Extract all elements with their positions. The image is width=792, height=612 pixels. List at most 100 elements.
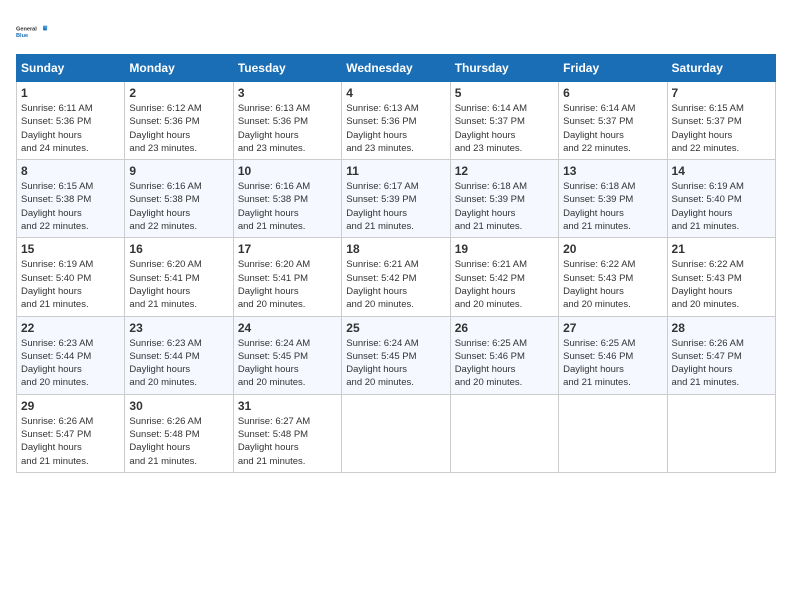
day-info: Sunrise: 6:16 AMSunset: 5:38 PMDaylight …: [129, 180, 228, 233]
calendar-week-row: 15 Sunrise: 6:19 AMSunset: 5:40 PMDayligh…: [17, 238, 776, 316]
day-number: 28: [672, 321, 771, 335]
day-info: Sunrise: 6:26 AMSunset: 5:47 PMDaylight …: [21, 415, 120, 468]
day-info: Sunrise: 6:11 AMSunset: 5:36 PMDaylight …: [21, 102, 120, 155]
calendar-week-row: 29 Sunrise: 6:26 AMSunset: 5:47 PMDayligh…: [17, 394, 776, 472]
day-info: Sunrise: 6:12 AMSunset: 5:36 PMDaylight …: [129, 102, 228, 155]
calendar-week-row: 1 Sunrise: 6:11 AMSunset: 5:36 PMDaylight…: [17, 82, 776, 160]
day-number: 6: [563, 86, 662, 100]
calendar-day-cell: 3Sunrise: 6:13 AMSunset: 5:36 PMDaylight…: [233, 82, 341, 160]
calendar-day-cell: 29 Sunrise: 6:26 AMSunset: 5:47 PMDayligh…: [17, 394, 125, 472]
calendar-table: SundayMondayTuesdayWednesdayThursdayFrid…: [16, 54, 776, 473]
calendar-day-cell: 11 Sunrise: 6:17 AMSunset: 5:39 PMDayligh…: [342, 160, 450, 238]
day-number: 22: [21, 321, 120, 335]
calendar-day-cell: 30 Sunrise: 6:26 AMSunset: 5:48 PMDayligh…: [125, 394, 233, 472]
day-number: 11: [346, 164, 445, 178]
day-info: Sunrise: 6:27 AMSunset: 5:48 PMDaylight …: [238, 415, 337, 468]
calendar-day-cell: [342, 394, 450, 472]
calendar-day-cell: 7 Sunrise: 6:15 AMSunset: 5:37 PMDaylight…: [667, 82, 775, 160]
day-info: Sunrise: 6:17 AMSunset: 5:39 PMDaylight …: [346, 180, 445, 233]
day-number: 1: [21, 86, 120, 100]
calendar-day-cell: 25Sunrise: 6:24 AMSunset: 5:45 PMDayligh…: [342, 316, 450, 394]
day-info: Sunrise: 6:18 AMSunset: 5:39 PMDaylight …: [563, 180, 662, 233]
day-info: Sunrise: 6:14 AMSunset: 5:37 PMDaylight …: [563, 102, 662, 155]
day-number: 15: [21, 242, 120, 256]
day-number: 13: [563, 164, 662, 178]
calendar-week-row: 8Sunrise: 6:15 AMSunset: 5:38 PMDaylight…: [17, 160, 776, 238]
calendar-day-cell: 27 Sunrise: 6:25 AMSunset: 5:46 PMDayligh…: [559, 316, 667, 394]
weekday-header-cell: Tuesday: [233, 55, 341, 82]
day-info: Sunrise: 6:19 AMSunset: 5:40 PMDaylight …: [21, 258, 120, 311]
page-header: GeneralBlue: [16, 16, 776, 48]
day-info: Sunrise: 6:23 AMSunset: 5:44 PMDaylight …: [21, 337, 120, 390]
day-info: Sunrise: 6:24 AMSunset: 5:45 PMDaylight …: [346, 337, 445, 390]
day-number: 16: [129, 242, 228, 256]
svg-text:General: General: [16, 26, 37, 32]
calendar-day-cell: 8Sunrise: 6:15 AMSunset: 5:38 PMDaylight…: [17, 160, 125, 238]
calendar-header-row: SundayMondayTuesdayWednesdayThursdayFrid…: [17, 55, 776, 82]
day-number: 23: [129, 321, 228, 335]
day-info: Sunrise: 6:13 AMSunset: 5:36 PMDaylight …: [238, 102, 337, 155]
calendar-day-cell: 17 Sunrise: 6:20 AMSunset: 5:41 PMDayligh…: [233, 238, 341, 316]
day-number: 4: [346, 86, 445, 100]
calendar-day-cell: 18 Sunrise: 6:21 AMSunset: 5:42 PMDayligh…: [342, 238, 450, 316]
calendar-week-row: 22 Sunrise: 6:23 AMSunset: 5:44 PMDayligh…: [17, 316, 776, 394]
weekday-header-cell: Monday: [125, 55, 233, 82]
day-info: Sunrise: 6:25 AMSunset: 5:46 PMDaylight …: [563, 337, 662, 390]
day-info: Sunrise: 6:26 AMSunset: 5:48 PMDaylight …: [129, 415, 228, 468]
day-number: 17: [238, 242, 337, 256]
day-info: Sunrise: 6:21 AMSunset: 5:42 PMDaylight …: [346, 258, 445, 311]
day-info: Sunrise: 6:14 AMSunset: 5:37 PMDaylight …: [455, 102, 554, 155]
day-number: 7: [672, 86, 771, 100]
calendar-day-cell: 20 Sunrise: 6:22 AMSunset: 5:43 PMDayligh…: [559, 238, 667, 316]
calendar-body: 1 Sunrise: 6:11 AMSunset: 5:36 PMDaylight…: [17, 82, 776, 473]
weekday-header-cell: Friday: [559, 55, 667, 82]
weekday-header-cell: Thursday: [450, 55, 558, 82]
day-info: Sunrise: 6:22 AMSunset: 5:43 PMDaylight …: [563, 258, 662, 311]
day-info: Sunrise: 6:15 AMSunset: 5:38 PMDaylight …: [21, 180, 120, 233]
day-info: Sunrise: 6:25 AMSunset: 5:46 PMDaylight …: [455, 337, 554, 390]
calendar-day-cell: 26 Sunrise: 6:25 AMSunset: 5:46 PMDayligh…: [450, 316, 558, 394]
day-number: 10: [238, 164, 337, 178]
calendar-day-cell: 28Sunrise: 6:26 AMSunset: 5:47 PMDayligh…: [667, 316, 775, 394]
calendar-day-cell: [450, 394, 558, 472]
calendar-day-cell: 4 Sunrise: 6:13 AMSunset: 5:36 PMDaylight…: [342, 82, 450, 160]
calendar-day-cell: [559, 394, 667, 472]
day-number: 26: [455, 321, 554, 335]
day-info: Sunrise: 6:18 AMSunset: 5:39 PMDaylight …: [455, 180, 554, 233]
day-number: 14: [672, 164, 771, 178]
day-number: 30: [129, 399, 228, 413]
day-number: 21: [672, 242, 771, 256]
weekday-header-cell: Sunday: [17, 55, 125, 82]
day-info: Sunrise: 6:20 AMSunset: 5:41 PMDaylight …: [238, 258, 337, 311]
day-number: 29: [21, 399, 120, 413]
day-info: Sunrise: 6:15 AMSunset: 5:37 PMDaylight …: [672, 102, 771, 155]
calendar-day-cell: 10Sunrise: 6:16 AMSunset: 5:38 PMDayligh…: [233, 160, 341, 238]
weekday-header-cell: Saturday: [667, 55, 775, 82]
day-info: Sunrise: 6:21 AMSunset: 5:42 PMDaylight …: [455, 258, 554, 311]
calendar-day-cell: 13 Sunrise: 6:18 AMSunset: 5:39 PMDayligh…: [559, 160, 667, 238]
calendar-day-cell: 19Sunrise: 6:21 AMSunset: 5:42 PMDayligh…: [450, 238, 558, 316]
day-info: Sunrise: 6:23 AMSunset: 5:44 PMDaylight …: [129, 337, 228, 390]
calendar-day-cell: 14 Sunrise: 6:19 AMSunset: 5:40 PMDayligh…: [667, 160, 775, 238]
day-info: Sunrise: 6:20 AMSunset: 5:41 PMDaylight …: [129, 258, 228, 311]
day-number: 18: [346, 242, 445, 256]
calendar-day-cell: 31 Sunrise: 6:27 AMSunset: 5:48 PMDayligh…: [233, 394, 341, 472]
weekday-header-cell: Wednesday: [342, 55, 450, 82]
day-number: 20: [563, 242, 662, 256]
day-number: 27: [563, 321, 662, 335]
day-info: Sunrise: 6:19 AMSunset: 5:40 PMDaylight …: [672, 180, 771, 233]
calendar-day-cell: 6 Sunrise: 6:14 AMSunset: 5:37 PMDaylight…: [559, 82, 667, 160]
day-number: 31: [238, 399, 337, 413]
calendar-day-cell: 24Sunrise: 6:24 AMSunset: 5:45 PMDayligh…: [233, 316, 341, 394]
logo: GeneralBlue: [16, 16, 48, 48]
day-info: Sunrise: 6:24 AMSunset: 5:45 PMDaylight …: [238, 337, 337, 390]
day-number: 12: [455, 164, 554, 178]
calendar-day-cell: 15 Sunrise: 6:19 AMSunset: 5:40 PMDayligh…: [17, 238, 125, 316]
day-info: Sunrise: 6:22 AMSunset: 5:43 PMDaylight …: [672, 258, 771, 311]
svg-text:Blue: Blue: [16, 33, 28, 39]
calendar-day-cell: 12 Sunrise: 6:18 AMSunset: 5:39 PMDayligh…: [450, 160, 558, 238]
calendar-day-cell: 16 Sunrise: 6:20 AMSunset: 5:41 PMDayligh…: [125, 238, 233, 316]
day-number: 2: [129, 86, 228, 100]
day-number: 9: [129, 164, 228, 178]
day-info: Sunrise: 6:13 AMSunset: 5:36 PMDaylight …: [346, 102, 445, 155]
